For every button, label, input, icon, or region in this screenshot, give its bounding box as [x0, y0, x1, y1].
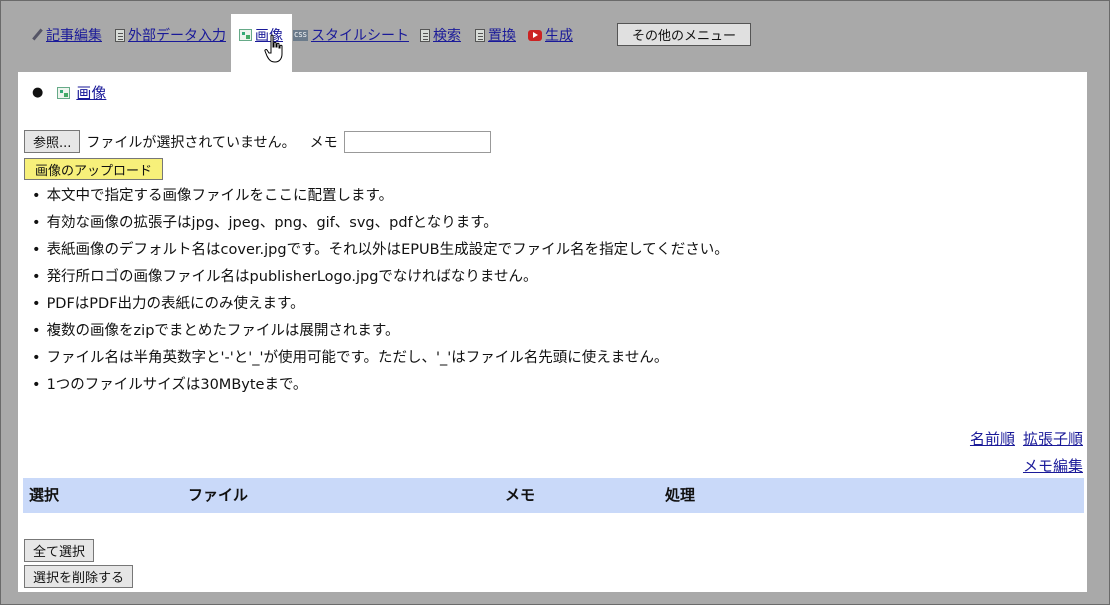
- notes-list: 本文中で指定する画像ファイルをここに配置します。 有効な画像の拡張子はjpg、j…: [32, 183, 729, 399]
- memo-label: メモ: [309, 134, 338, 151]
- column-header-action: 処理: [665, 486, 696, 504]
- section-link-row: ● 画像: [32, 82, 106, 103]
- nav-link-stylesheet[interactable]: スタイルシート: [311, 25, 409, 45]
- nav-item-replace[interactable]: 置換: [475, 24, 516, 46]
- nav-item-generate[interactable]: 生成: [528, 24, 573, 46]
- memo-edit-row: メモ編集: [1023, 455, 1083, 476]
- more-menu-button[interactable]: その他のメニュー: [617, 23, 751, 46]
- list-item: 発行所ロゴの画像ファイル名はpublisherLogo.jpgでなければなりませ…: [32, 264, 729, 291]
- list-item: ファイル名は半角英数字と'-'と'_'が使用可能です。ただし、'_'はファイル名…: [32, 345, 729, 372]
- document-icon: [420, 28, 430, 42]
- sort-by-extension-link[interactable]: 拡張子順: [1023, 428, 1083, 449]
- document-icon: [115, 28, 125, 42]
- section-link-images[interactable]: 画像: [76, 82, 106, 103]
- image-icon: [239, 29, 252, 41]
- upload-image-button[interactable]: 画像のアップロード: [24, 158, 164, 180]
- content-panel: ● 画像 参照... ファイルが選択されていません。 メモ 画像のアップロード …: [18, 72, 1087, 592]
- nav-link-article-edit[interactable]: 記事編集: [46, 25, 102, 45]
- list-item: 1つのファイルサイズは30MByteまで。: [32, 372, 729, 399]
- nav-item-article-edit[interactable]: 記事編集: [31, 24, 102, 46]
- css-icon: CSS: [293, 29, 308, 41]
- nav-item-search[interactable]: 検索: [420, 24, 461, 46]
- file-status-text: ファイルが選択されていません。: [86, 134, 296, 151]
- nav-item-external-data[interactable]: 外部データ入力: [115, 24, 226, 46]
- nav-item-stylesheet[interactable]: CSS スタイルシート: [293, 24, 409, 46]
- nav-link-replace[interactable]: 置換: [488, 25, 516, 45]
- document-icon: [475, 28, 485, 42]
- column-header-file: ファイル: [188, 486, 249, 504]
- nav-link-external-data[interactable]: 外部データ入力: [128, 25, 226, 45]
- file-table-header: 選択 ファイル メモ 処理: [23, 478, 1084, 513]
- youtube-icon: [528, 29, 542, 41]
- list-item: 本文中で指定する画像ファイルをここに配置します。: [32, 183, 729, 210]
- list-item: 有効な画像の拡張子はjpg、jpeg、png、gif、svg、pdfとなります。: [32, 210, 729, 237]
- nav-link-generate[interactable]: 生成: [545, 25, 573, 45]
- browse-button[interactable]: 参照...: [24, 130, 81, 153]
- select-all-button[interactable]: 全て選択: [24, 539, 95, 562]
- delete-selected-button[interactable]: 選択を削除する: [24, 565, 134, 588]
- bullet: ●: [32, 85, 44, 100]
- list-item: 表紙画像のデフォルト名はcover.jpgです。それ以外はEPUB生成設定でファ…: [32, 237, 729, 264]
- column-header-memo: メモ: [505, 486, 536, 504]
- sort-by-name-link[interactable]: 名前順: [970, 428, 1015, 449]
- nav-link-search[interactable]: 検索: [433, 25, 461, 45]
- list-item: 複数の画像をzipでまとめたファイルは展開されます。: [32, 318, 729, 345]
- memo-edit-link[interactable]: メモ編集: [1023, 457, 1083, 475]
- list-item: PDFはPDF出力の表紙にのみ使えます。: [32, 291, 729, 318]
- memo-input[interactable]: [343, 130, 491, 153]
- pencil-icon: [31, 29, 43, 41]
- column-header-select: 選択: [29, 486, 60, 504]
- top-navigation: 記事編集 外部データ入力 画像 CSS スタイルシート 検索 置換 生成 その他…: [0, 0, 1110, 72]
- hand-cursor-icon: [264, 34, 283, 63]
- sort-links: 名前順 拡張子順: [970, 428, 1083, 449]
- image-icon: [57, 86, 71, 99]
- upload-form-row: 参照... ファイルが選択されていません。 メモ: [24, 130, 491, 153]
